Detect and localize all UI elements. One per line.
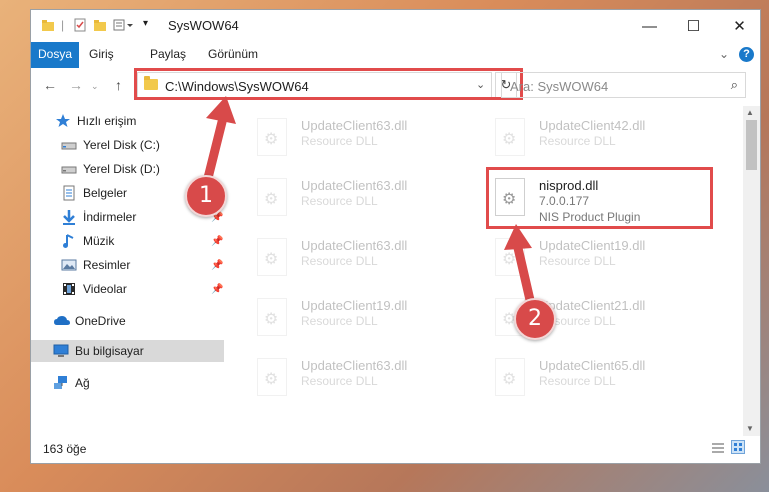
callout-badge-1: 1	[185, 175, 227, 217]
callout-arrows	[203, 96, 535, 305]
callout-badge-2: 2	[514, 298, 556, 340]
